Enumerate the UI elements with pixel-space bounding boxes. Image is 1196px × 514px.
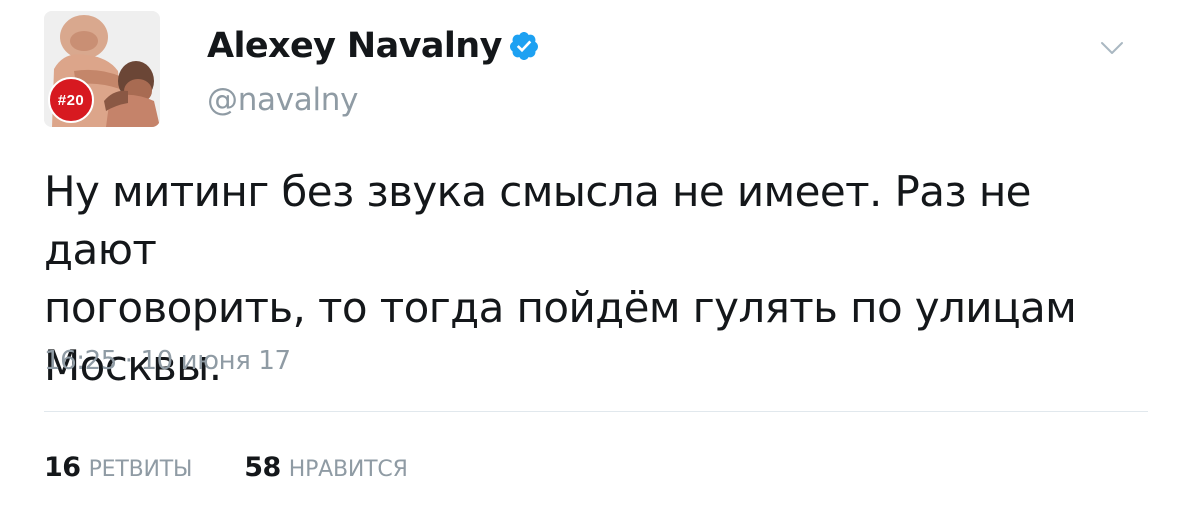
avatar-badge: #20 [48,77,94,123]
avatar[interactable]: #20 [44,11,160,127]
likes-stat[interactable]: 58 НРАВИТСЯ [244,450,408,488]
tweet-timestamp[interactable]: 16:25 · 10 июня 17 [44,343,291,379]
tweet-card: #20 Alexey Navalny @navalny Ну митинг бе… [0,0,1196,514]
retweets-label: РЕТВИТЫ [88,457,193,482]
user-name-row: Alexey Navalny [207,24,540,68]
user-handle[interactable]: @navalny [207,80,359,120]
likes-label: НРАВИТСЯ [288,457,408,482]
likes-count: 58 [244,452,281,483]
verified-badge-icon [508,30,540,62]
display-name[interactable]: Alexey Navalny [207,24,502,68]
chevron-down-icon[interactable] [1099,38,1125,58]
divider [44,411,1148,412]
tweet-stats: 16 РЕТВИТЫ 58 НРАВИТСЯ [44,450,408,488]
retweets-count: 16 [44,452,81,483]
retweets-stat[interactable]: 16 РЕТВИТЫ [44,450,192,488]
